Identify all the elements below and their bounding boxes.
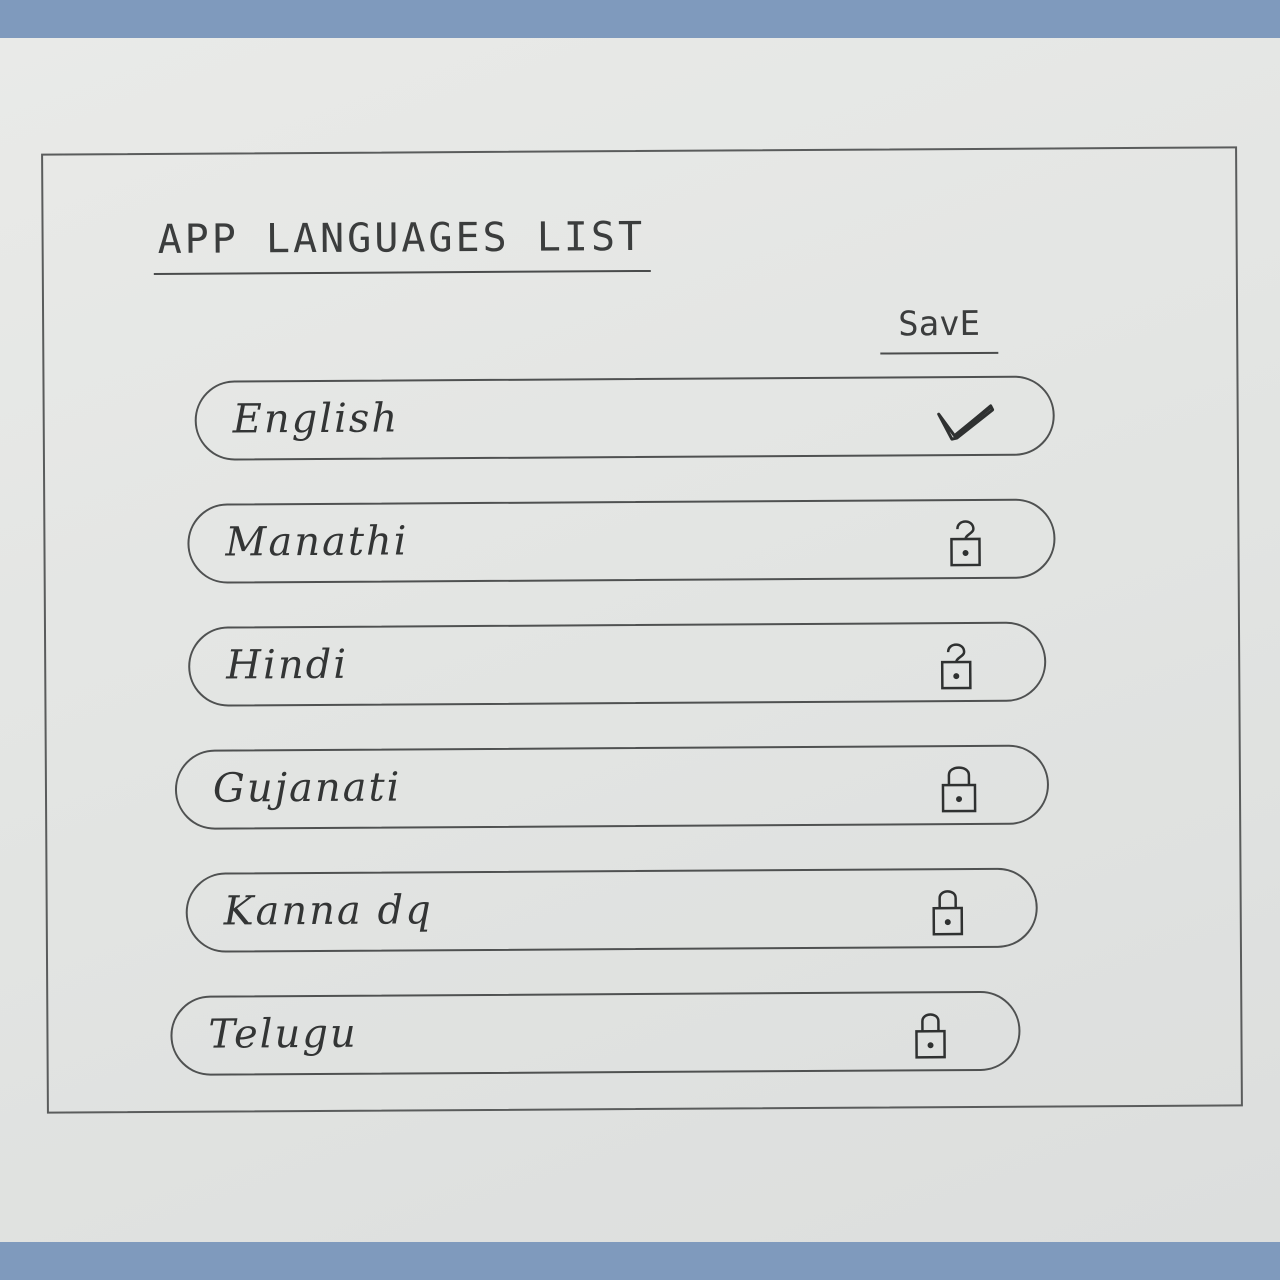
checkmark-icon: [935, 392, 995, 444]
unlocked-lock-icon: [926, 638, 986, 690]
unlocked-lock-icon: [935, 515, 995, 567]
language-item-hindi[interactable]: Hindi: [187, 621, 1047, 707]
language-label: Kanna dq: [223, 887, 433, 935]
lock-icon: [900, 1007, 960, 1059]
language-item-kannada[interactable]: Kanna dq: [185, 867, 1038, 953]
language-label: Hindi: [226, 641, 349, 689]
language-label: English: [232, 395, 400, 443]
language-item-gujanati[interactable]: Gujanati: [174, 744, 1050, 830]
app-screen-frame: APP LANGUAGES LIST SavE English Manathi: [41, 146, 1243, 1114]
page-title: APP LANGUAGES LIST: [153, 213, 652, 275]
save-button[interactable]: SavE: [880, 303, 999, 355]
language-item-manathi[interactable]: Manathi: [187, 498, 1056, 584]
language-label: Telugu: [208, 1010, 358, 1058]
language-label: Gujanati: [212, 764, 402, 812]
paper-sheet: APP LANGUAGES LIST SavE English Manathi: [0, 38, 1280, 1242]
lock-icon: [929, 761, 989, 813]
language-list: English Manathi Hindi Gujanati Kanna dq …: [170, 375, 1058, 1118]
language-item-english[interactable]: English: [194, 375, 1055, 461]
language-label: Manathi: [225, 518, 409, 566]
lock-icon: [918, 884, 978, 936]
language-item-telugu[interactable]: Telugu: [170, 990, 1021, 1076]
